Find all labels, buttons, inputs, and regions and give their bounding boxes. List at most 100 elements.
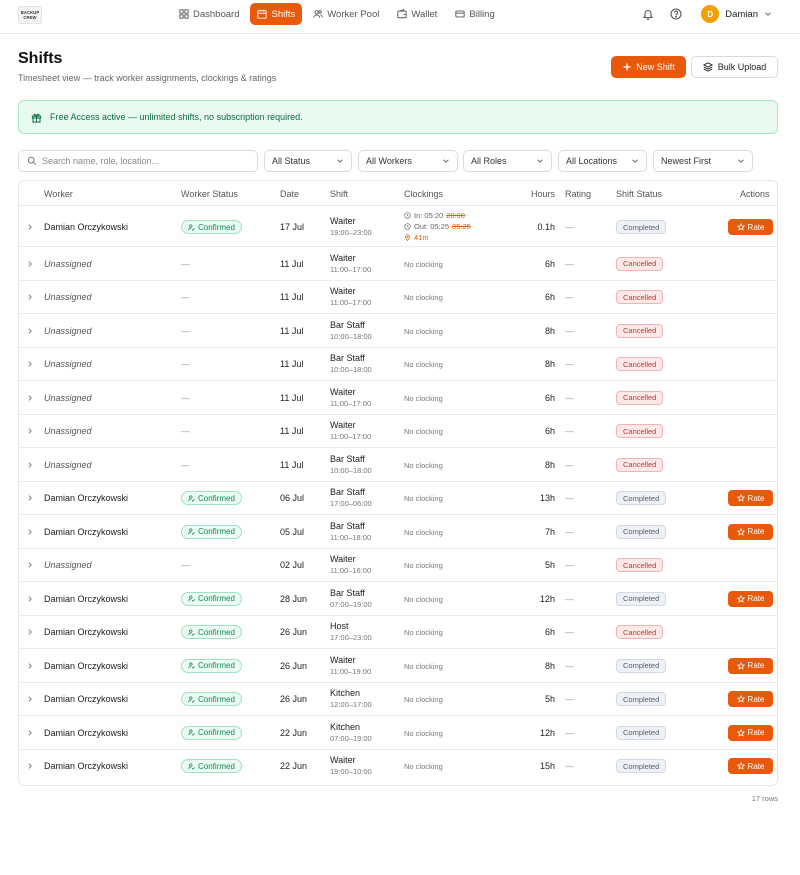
worker-name[interactable]: Damian Orczykowski: [44, 493, 128, 503]
chevron-right-icon[interactable]: [26, 360, 34, 368]
clocking-status: No clocking: [404, 293, 443, 303]
chevron-right-icon[interactable]: [26, 260, 34, 268]
worker-status-badge: Confirmed: [181, 692, 242, 707]
search-box[interactable]: [18, 150, 258, 172]
layers-icon: [702, 62, 713, 72]
rate-button[interactable]: Rate: [728, 691, 773, 708]
table-row[interactable]: Damian Orczykowski Confirmed 26 Jun Kitchen…: [19, 683, 777, 716]
chevron-right-icon[interactable]: [26, 461, 34, 469]
table-row[interactable]: Unassigned — 11 Jul Waiter 11:00–17:00 No clo…: [19, 247, 777, 281]
chevron-right-icon[interactable]: [26, 528, 34, 536]
notifications-button[interactable]: [641, 7, 655, 21]
worker-status-badge: Confirmed: [181, 759, 242, 774]
table-row[interactable]: Unassigned — 02 Jul Waiter 11:00–16:00 No clo…: [19, 549, 777, 582]
shift-time: 11:00–17:00: [330, 398, 372, 408]
worker-name[interactable]: Damian Orczykowski: [44, 728, 128, 738]
new-shift-button[interactable]: New Shift: [611, 56, 686, 78]
chevron-right-icon[interactable]: [26, 561, 34, 569]
nav-item-dashboard[interactable]: Dashboard: [172, 3, 246, 25]
table-row[interactable]: Unassigned — 11 Jul Waiter 11:00–17:00 No clo…: [19, 415, 777, 448]
table-row[interactable]: Damian Orczykowski Confirmed 05 Jul Bar Sta…: [19, 515, 777, 549]
shifts-table: Worker Worker Status Date Shift Clocking…: [18, 180, 778, 786]
locations-filter[interactable]: All Locations: [558, 150, 647, 172]
rate-button[interactable]: Rate: [728, 657, 773, 674]
chevron-right-icon[interactable]: [26, 662, 34, 670]
worker-status-empty: —: [181, 459, 190, 470]
shift-status-badge: Completed: [616, 692, 667, 707]
rate-button[interactable]: Rate: [728, 590, 773, 607]
worker-name[interactable]: Damian Orczykowski: [44, 527, 128, 537]
column-header-date[interactable]: Date: [280, 189, 299, 199]
column-header-shift-status[interactable]: Shift Status: [616, 189, 662, 199]
table-row[interactable]: Damian Orczykowski Confirmed 22 Jun Kitchen…: [19, 716, 777, 750]
shift-hours: 6h: [544, 292, 555, 303]
rate-button[interactable]: Rate: [728, 724, 773, 741]
rate-button[interactable]: Rate: [728, 758, 773, 775]
rate-button[interactable]: Rate: [728, 219, 773, 235]
chevron-right-icon[interactable]: [26, 327, 34, 335]
column-header-shift[interactable]: Shift: [330, 189, 348, 199]
shift-rating: —: [565, 258, 574, 269]
worker-name[interactable]: Damian Orczykowski: [44, 661, 128, 671]
worker-name[interactable]: Damian Orczykowski: [44, 627, 128, 637]
worker-name[interactable]: Damian Orczykowski: [44, 694, 128, 704]
shift-time: 17:00–06:00: [330, 499, 372, 509]
table-row[interactable]: Unassigned — 11 Jul Waiter 11:00–17:00 No clo…: [19, 281, 777, 314]
table-row[interactable]: Damian Orczykowski Confirmed 17 Jul Waiter 1…: [19, 207, 777, 247]
table-row[interactable]: Damian Orczykowski Confirmed 26 Jun Host 17:…: [19, 616, 777, 649]
help-button[interactable]: [669, 7, 683, 21]
chevron-right-icon[interactable]: [26, 595, 34, 603]
chevron-right-icon[interactable]: [26, 494, 34, 502]
status-filter[interactable]: All Status: [264, 150, 352, 172]
rate-label: Rate: [747, 694, 765, 704]
rate-button[interactable]: Rate: [728, 523, 773, 540]
table-row[interactable]: Unassigned — 11 Jul Bar Staff 10:00–18:00 No …: [19, 314, 777, 348]
worker-name[interactable]: Damian Orczykowski: [44, 594, 128, 604]
table-row[interactable]: Unassigned — 11 Jul Bar Staff 10:00–18:00 No …: [19, 348, 777, 381]
chevron-right-icon[interactable]: [26, 293, 34, 301]
shift-hours: 15h: [539, 761, 555, 772]
column-header-hours[interactable]: Hours: [489, 189, 555, 199]
shift-role: Bar Staff: [330, 453, 365, 464]
sort-select[interactable]: Newest First: [653, 150, 753, 172]
rate-label: Rate: [747, 222, 765, 232]
chevron-right-icon[interactable]: [26, 695, 34, 703]
column-header-worker[interactable]: Worker: [44, 189, 73, 199]
nav-item-worker-pool[interactable]: Worker Pool: [306, 3, 386, 25]
table-row[interactable]: Damian Orczykowski Confirmed 26 Jun Waiter 1…: [19, 649, 777, 683]
bulk-upload-button[interactable]: Bulk Upload: [691, 56, 778, 78]
worker-status-text: Confirmed: [198, 761, 235, 771]
shift-role: Waiter: [330, 755, 356, 766]
worker-name[interactable]: Damian Orczykowski: [44, 222, 128, 232]
shift-hours: 8h: [544, 459, 555, 470]
worker-name[interactable]: Damian Orczykowski: [44, 761, 128, 771]
table-row[interactable]: Damian Orczykowski Confirmed 06 Jul Bar Sta…: [19, 482, 777, 515]
table-row[interactable]: Unassigned — 11 Jul Bar Staff 10:00–18:00 No …: [19, 448, 777, 482]
user-menu[interactable]: D Damian: [701, 5, 772, 23]
chevron-right-icon[interactable]: [26, 427, 34, 435]
clocking-status: No clocking: [404, 393, 443, 403]
chevron-right-icon[interactable]: [26, 762, 34, 770]
shift-role: Bar Staff: [330, 587, 365, 598]
column-header-rating[interactable]: Rating: [565, 189, 591, 199]
late-indicator: 41m: [404, 233, 429, 242]
table-row[interactable]: Unassigned — 11 Jul Waiter 11:00–17:00 No clo…: [19, 381, 777, 415]
rate-button[interactable]: Rate: [728, 490, 773, 507]
workers-filter[interactable]: All Workers: [358, 150, 458, 172]
nav-item-shifts[interactable]: Shifts: [250, 3, 303, 25]
shift-role: Kitchen: [330, 721, 361, 732]
chevron-right-icon[interactable]: [26, 223, 34, 231]
column-header-worker-status[interactable]: Worker Status: [181, 189, 238, 199]
search-input[interactable]: [42, 156, 242, 166]
chevron-right-icon[interactable]: [26, 628, 34, 636]
table-row[interactable]: Damian Orczykowski Confirmed 28 Jun Bar Sta…: [19, 582, 777, 616]
table-row[interactable]: Damian Orczykowski Confirmed 22 Jun Waiter 1…: [19, 750, 777, 784]
roles-filter[interactable]: All Roles: [463, 150, 552, 172]
chevron-right-icon[interactable]: [26, 394, 34, 402]
column-header-clockings[interactable]: Clockings: [404, 189, 443, 199]
shift-status-badge: Completed: [616, 220, 667, 234]
chevron-right-icon[interactable]: [26, 729, 34, 737]
nav-item-billing[interactable]: Billing: [448, 3, 501, 25]
brand-logo[interactable]: BACKUP CREW: [18, 6, 42, 24]
nav-item-wallet[interactable]: Wallet: [390, 3, 444, 25]
